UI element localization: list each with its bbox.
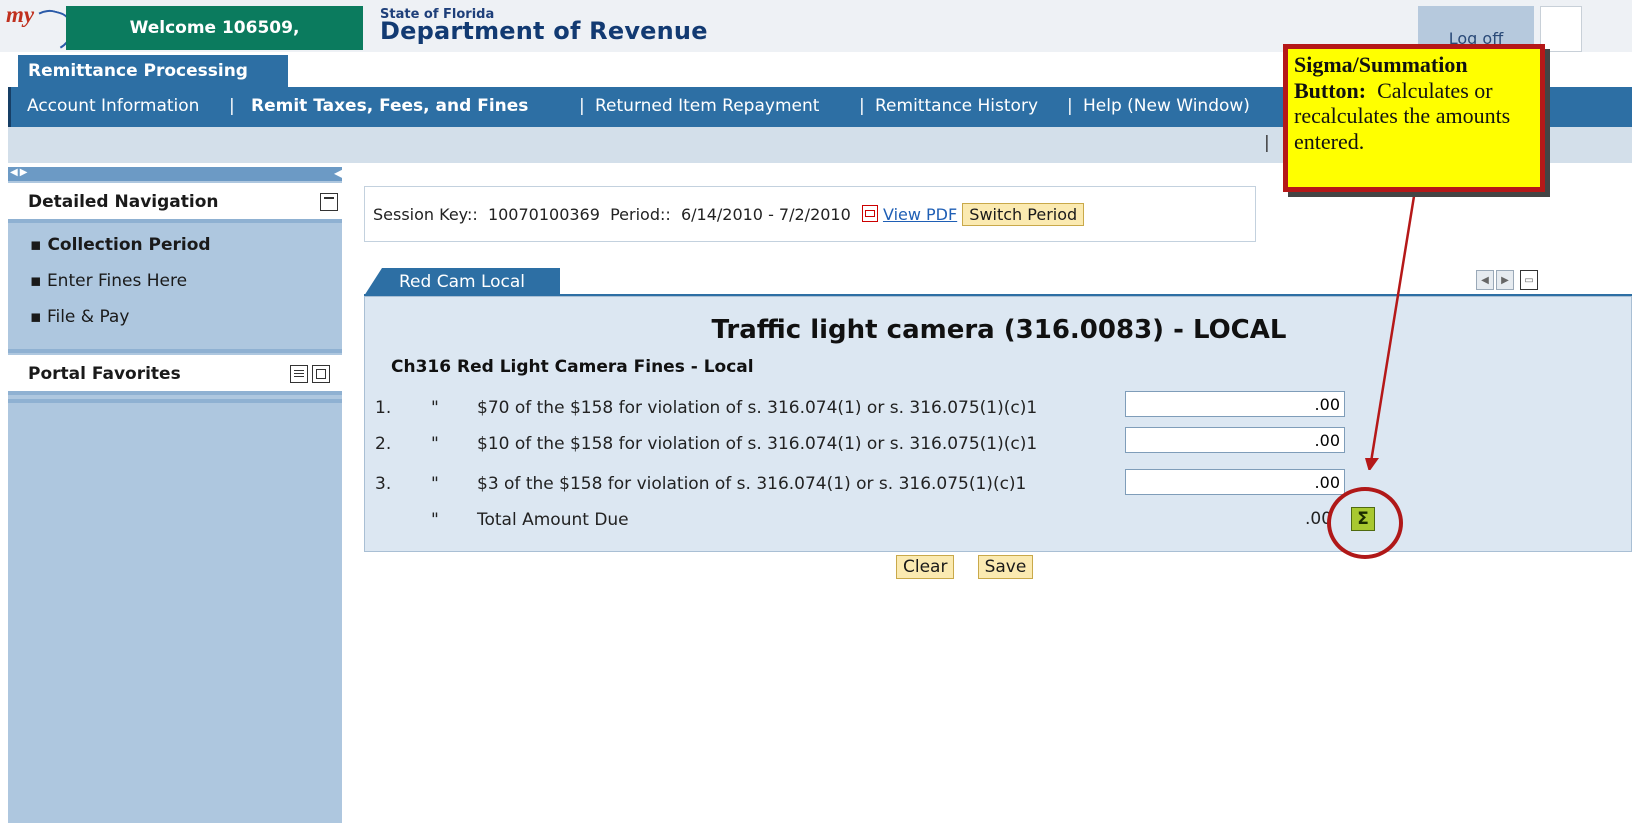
detailed-navigation-header: Detailed Navigation xyxy=(8,183,342,223)
period-value: 6/14/2010 - 7/2/2010 xyxy=(680,205,851,224)
sidebar xyxy=(8,167,342,823)
favorites-menu-icon[interactable] xyxy=(290,365,308,383)
nav-remit-taxes[interactable]: Remit Taxes, Fees, and Fines xyxy=(251,96,528,116)
fine-row-2-desc: $10 of the $158 for violation of s. 316.… xyxy=(477,434,1038,454)
fine-row-1-desc: $70 of the $158 for violation of s. 316.… xyxy=(477,398,1038,418)
fines-form: Traffic light camera (316.0083) - LOCAL … xyxy=(364,296,1632,552)
nav-separator: | xyxy=(1067,96,1073,116)
nav-help[interactable]: Help (New Window) xyxy=(1083,96,1250,116)
session-info: Session Key:: 10070100369 Period:: 6/14/… xyxy=(364,186,1256,242)
scroll-right-icon[interactable]: ▶ xyxy=(1496,270,1514,290)
scroll-left-icon[interactable]: ◀ xyxy=(1476,270,1494,290)
minimize-icon[interactable] xyxy=(320,193,338,211)
subbar-separator: | xyxy=(1264,133,1270,153)
nav-returned-item-repayment[interactable]: Returned Item Repayment xyxy=(595,96,819,116)
sidebar-divider xyxy=(8,399,342,403)
fine-row-3-input[interactable] xyxy=(1125,469,1345,495)
pdf-icon xyxy=(861,205,878,222)
view-pdf-link[interactable]: View PDF xyxy=(883,205,957,224)
tab-remittance-processing[interactable]: Remittance Processing xyxy=(18,55,288,87)
sigma-callout: Sigma/Summation Button: Calculates or re… xyxy=(1283,44,1545,192)
form-actions: Clear Save xyxy=(896,555,1051,579)
sidebar-divider xyxy=(8,349,342,353)
nav-separator: | xyxy=(229,96,235,116)
nav-separator: | xyxy=(579,96,585,116)
fine-row-1-input[interactable] xyxy=(1125,391,1345,417)
form-subtitle: Ch316 Red Light Camera Fines - Local xyxy=(391,357,754,377)
myflorida-logo: my xyxy=(0,2,77,57)
callout-arrow xyxy=(1365,190,1417,470)
tab-list-icon[interactable]: ▭ xyxy=(1520,270,1538,290)
highlight-circle xyxy=(1327,487,1403,559)
dor-seal-icon xyxy=(1540,6,1582,52)
nav-account-information[interactable]: Account Information xyxy=(27,96,199,116)
maximize-icon[interactable] xyxy=(312,365,330,383)
clear-button[interactable]: Clear xyxy=(896,555,955,579)
sidebar-item-file-pay[interactable]: ▪ File & Pay xyxy=(30,307,129,327)
session-key: 10070100369 xyxy=(487,205,600,224)
fine-row-2-input[interactable] xyxy=(1125,427,1345,453)
sidebar-item-collection-period[interactable]: ▪ Collection Period xyxy=(30,235,211,255)
portal-favorites-header: Portal Favorites xyxy=(8,355,342,395)
sidebar-hide-icon[interactable]: ◀ xyxy=(334,166,343,180)
save-button[interactable]: Save xyxy=(977,555,1034,579)
fine-row-3-desc: $3 of the $158 for violation of s. 316.0… xyxy=(477,474,1027,494)
form-title: Traffic light camera (316.0083) - LOCAL xyxy=(711,315,1287,345)
sidebar-collapse-icon[interactable]: ◀▶ xyxy=(10,167,29,178)
sidebar-item-enter-fines[interactable]: ▪ Enter Fines Here xyxy=(30,271,187,291)
switch-period-button[interactable]: Switch Period xyxy=(962,203,1085,226)
agency-title: State of Florida Department of Revenue xyxy=(380,7,708,45)
nav-remittance-history[interactable]: Remittance History xyxy=(875,96,1038,116)
nav-separator: | xyxy=(859,96,865,116)
sidebar-toolbar xyxy=(8,167,342,181)
total-amount-label: Total Amount Due xyxy=(477,510,629,530)
welcome-banner: Welcome 106509, xyxy=(66,6,363,50)
